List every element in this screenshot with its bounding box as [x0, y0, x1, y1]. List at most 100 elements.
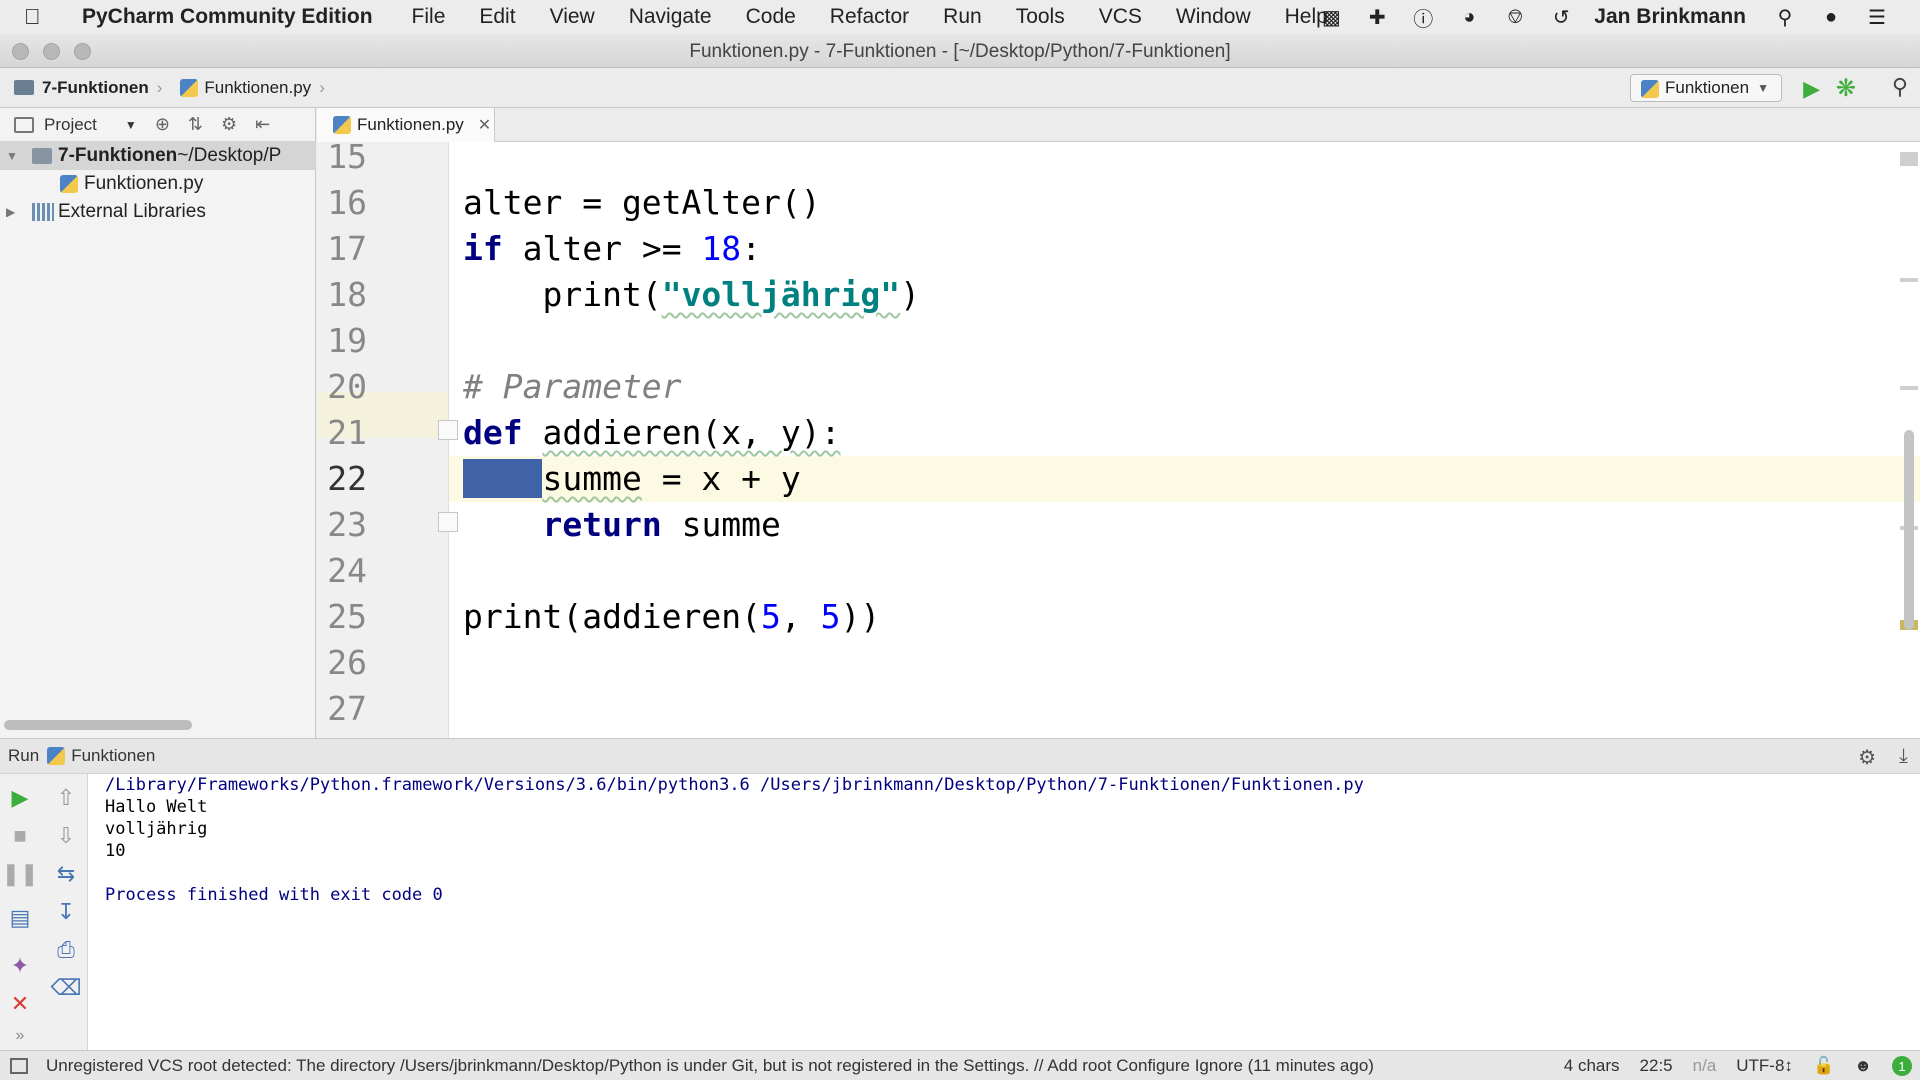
menu-vcs[interactable]: VCS	[1099, 5, 1142, 29]
chevron-right-icon: ›	[156, 77, 163, 97]
run-tool-window-label[interactable]: Run	[8, 746, 39, 766]
tree-item-funktionen-py[interactable]: Funktionen.py	[60, 170, 203, 198]
scroll-to-end-icon[interactable]: ↧	[52, 898, 80, 926]
status-bar-widgets: 4 chars 22:5 n/a UTF-8↕ 🔓 ☻ 1	[1554, 1051, 1920, 1080]
window-title-bar: Funktionen.py - 7-Funktionen - [~/Deskto…	[0, 34, 1920, 68]
hide-panel-icon[interactable]: ⤓	[1899, 745, 1908, 768]
fold-end-marker-icon[interactable]	[438, 512, 458, 532]
inspector-icon[interactable]: ☻	[1854, 1056, 1872, 1076]
pin-icon[interactable]: ✦	[6, 952, 34, 980]
apple-icon[interactable]: 	[24, 4, 64, 30]
project-view-select[interactable]: Project	[44, 115, 97, 135]
window-title: Funktionen.py - 7-Funktionen - [~/Deskto…	[689, 41, 1231, 62]
chevron-down-icon[interactable]: ▼	[125, 118, 137, 132]
rerun-icon[interactable]: ▶	[6, 784, 34, 812]
search-everywhere-icon[interactable]: ⚲	[1892, 74, 1908, 100]
notification-center-icon[interactable]: ☰	[1865, 5, 1889, 29]
tree-item-project-root[interactable]: ▼ 7-Funktionen ~/Desktop/P	[0, 142, 316, 170]
scroll-from-source-icon[interactable]: ⊕	[155, 114, 170, 135]
file-encoding[interactable]: UTF-8↕	[1736, 1056, 1793, 1076]
inspection-status-icon[interactable]	[1900, 152, 1918, 166]
collapsed-arrow-icon[interactable]: ▶	[6, 205, 22, 219]
run-console[interactable]: /Library/Frameworks/Python.framework/Ver…	[88, 774, 1920, 1050]
line-number: 25	[327, 597, 367, 636]
code-line: alter = getAlter()	[463, 183, 821, 222]
menu-code[interactable]: Code	[746, 5, 796, 29]
menu-run[interactable]: Run	[943, 5, 982, 29]
menu-tools[interactable]: Tools	[1016, 5, 1065, 29]
run-configuration-select[interactable]: Funktionen ▼	[1629, 74, 1782, 102]
code-line: def addieren(x, y):	[463, 413, 841, 452]
plus-cross-icon[interactable]: ✚	[1365, 5, 1389, 29]
library-icon	[32, 203, 54, 221]
console-output-line: 10	[105, 841, 126, 861]
lock-icon[interactable]: 🔓	[1813, 1056, 1834, 1076]
horizontal-scrollbar[interactable]	[4, 720, 192, 730]
more-actions-icon[interactable]: »	[6, 1022, 34, 1050]
code-editor[interactable]: alter = getAlter() if alter >= 18: print…	[449, 142, 1920, 738]
line-separator-indicator[interactable]: n/a	[1693, 1056, 1717, 1076]
menu-refactor[interactable]: Refactor	[830, 5, 909, 29]
run-configuration-label: Funktionen	[1664, 78, 1750, 97]
debug-button[interactable]: ❋	[1836, 74, 1856, 103]
pause-icon[interactable]: ❚❚	[2, 860, 39, 888]
console-output-line: volljährig	[105, 819, 208, 839]
trash-icon[interactable]: ⌫	[50, 974, 81, 1002]
expanded-arrow-icon[interactable]: ▼	[6, 149, 22, 163]
menu-file[interactable]: File	[412, 5, 446, 29]
run-button[interactable]: ▶	[1803, 76, 1820, 102]
code-line: print("volljährig")	[463, 275, 920, 314]
app-name-menu[interactable]: PyCharm Community Edition	[82, 5, 373, 29]
project-header: Project ▼ ⊕ ⇅ ⚙ ⇤	[0, 108, 315, 142]
tree-item-label: 7-Funktionen	[58, 145, 178, 166]
caret-position[interactable]: 22:5	[1640, 1056, 1673, 1076]
console-command-line: /Library/Frameworks/Python.framework/Ver…	[105, 775, 1364, 795]
menu-window[interactable]: Window	[1176, 5, 1251, 29]
tree-item-external-libraries[interactable]: ▶ External Libraries	[0, 198, 206, 226]
breadcrumb-project[interactable]: 7-Funktionen ›	[14, 78, 166, 98]
code-line: return summe	[542, 505, 781, 544]
gear-icon[interactable]: ⚙	[221, 114, 237, 135]
breadcrumb-file[interactable]: Funktionen.py ›	[180, 78, 328, 98]
hide-panel-icon[interactable]: ⇤	[255, 114, 270, 135]
fold-marker-icon[interactable]	[438, 420, 458, 440]
arrow-down-icon[interactable]: ⇩	[52, 822, 80, 850]
run-config-tab[interactable]: Funktionen	[71, 746, 155, 766]
gear-icon[interactable]: ⚙	[1858, 745, 1876, 770]
python-file-icon	[180, 78, 199, 97]
siri-icon[interactable]: ●	[1819, 5, 1843, 29]
line-number: 27	[327, 689, 367, 728]
leaf-icon[interactable]: ◕	[1457, 5, 1481, 29]
restore-layout-icon[interactable]: ▤	[6, 904, 34, 932]
breadcrumb-file-label: Funktionen.py	[204, 77, 312, 97]
screen-recorder-icon[interactable]: ▩	[1319, 5, 1343, 29]
spotlight-search-icon[interactable]: ⚲	[1773, 5, 1797, 29]
close-tab-icon[interactable]: ✕	[478, 115, 491, 135]
bell-icon[interactable]: ⎊	[1503, 5, 1527, 29]
vertical-scrollbar[interactable]	[1904, 430, 1914, 630]
line-number-gutter: 15 16 17 18 19 20 21 22 23 24 25 26 27	[317, 142, 449, 738]
arrow-up-icon[interactable]: ⇧	[52, 784, 80, 812]
folder-icon	[14, 80, 34, 95]
collapse-all-icon[interactable]: ⇅	[188, 114, 203, 135]
user-name[interactable]: Jan Brinkmann	[1594, 5, 1746, 29]
password-manager-icon[interactable]: ⓘ	[1411, 5, 1435, 31]
menu-edit[interactable]: Edit	[479, 5, 515, 29]
stop-icon[interactable]: ■	[6, 822, 34, 850]
tree-item-label: External Libraries	[58, 201, 206, 222]
menu-view[interactable]: View	[550, 5, 595, 29]
tool-windows-toggle-icon[interactable]	[10, 1057, 28, 1074]
menu-navigate[interactable]: Navigate	[629, 5, 712, 29]
pycharm-window:  PyCharm Community Edition File Edit Vi…	[0, 0, 1920, 1080]
print-icon[interactable]: ⎙	[52, 936, 80, 964]
status-message[interactable]: Unregistered VCS root detected: The dire…	[46, 1056, 1374, 1076]
tree-item-label: Funktionen.py	[84, 173, 204, 194]
chevron-down-icon: ▼	[1757, 81, 1769, 95]
scroll-marker	[1900, 386, 1918, 390]
tab-funktionen-py[interactable]: Funktionen.py ✕	[317, 108, 495, 142]
close-run-icon[interactable]: ✕	[6, 990, 34, 1018]
soft-wrap-icon[interactable]: ⇆	[52, 860, 80, 888]
event-log-badge[interactable]: 1	[1892, 1056, 1912, 1076]
time-machine-icon[interactable]: ↺	[1549, 5, 1573, 29]
